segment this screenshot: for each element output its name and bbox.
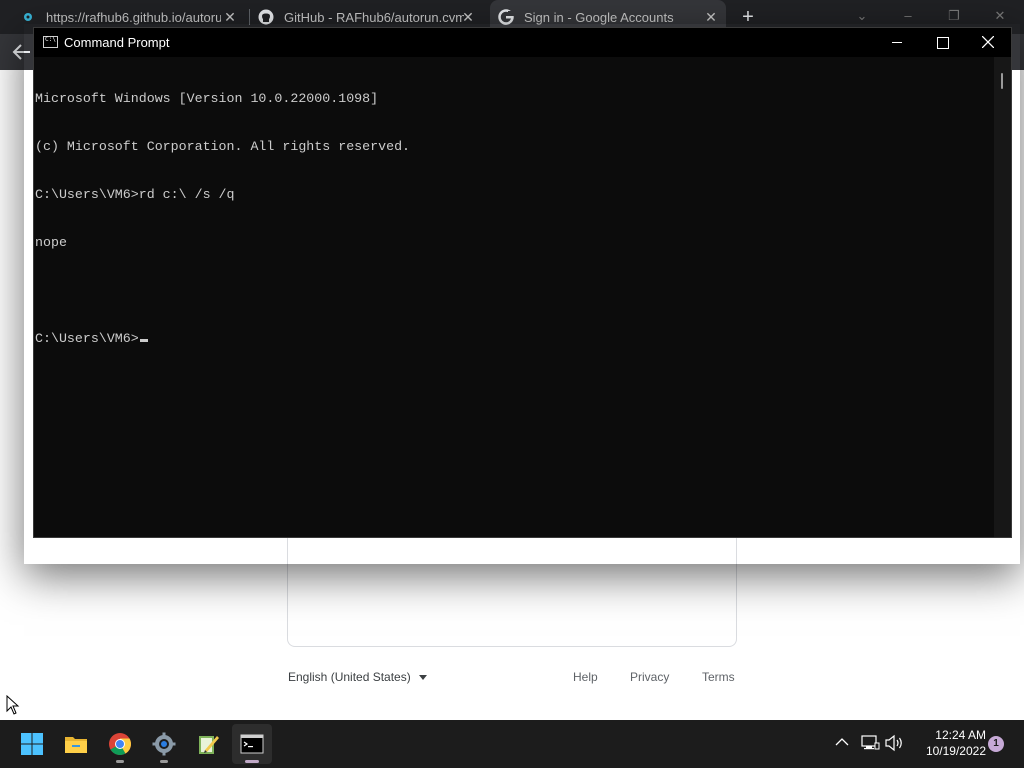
- cmd-close-button[interactable]: [965, 28, 1011, 57]
- page-icon: [24, 13, 32, 21]
- browser-restore-button[interactable]: ❐: [944, 6, 964, 26]
- mouse-pointer-icon: [6, 695, 20, 715]
- tab-title: GitHub - RAFhub6/autorun.cvm: [284, 9, 464, 25]
- cmd-scrollbar[interactable]: [994, 57, 1011, 537]
- file-explorer-icon: [65, 737, 87, 753]
- chevron-up-icon[interactable]: [834, 734, 850, 750]
- command-prompt-icon: [43, 36, 58, 48]
- tab-search-icon[interactable]: ⌄: [852, 6, 872, 26]
- taskbar-settings[interactable]: [144, 724, 184, 764]
- taskbar-chrome[interactable]: [100, 724, 140, 764]
- console-prompt-line[interactable]: C:\Users\VM6>: [35, 331, 994, 347]
- browser-minimize-button[interactable]: –: [898, 6, 918, 26]
- privacy-link[interactable]: Privacy: [630, 670, 669, 684]
- taskbar-file-explorer[interactable]: [56, 724, 96, 764]
- console-line: Microsoft Windows [Version 10.0.22000.10…: [35, 91, 379, 106]
- console-line: (c) Microsoft Corporation. All rights re…: [35, 139, 411, 154]
- running-indicator: [116, 760, 124, 763]
- github-icon: [258, 9, 274, 25]
- tab-title: https://rafhub6.github.io/autorun: [46, 9, 221, 25]
- close-icon: [982, 36, 994, 48]
- text-cursor: [139, 339, 148, 342]
- tab-divider: [249, 9, 250, 25]
- start-icon: [21, 733, 43, 755]
- cmd-minimize-button[interactable]: [874, 28, 920, 57]
- volume-icon[interactable]: [884, 734, 904, 752]
- cmd-maximize-button[interactable]: [919, 28, 965, 57]
- system-clock[interactable]: 12:24 AM 10/19/2022: [908, 727, 986, 759]
- notification-badge[interactable]: 1: [988, 736, 1004, 752]
- console-output[interactable]: Microsoft Windows [Version 10.0.22000.10…: [34, 57, 994, 537]
- language-selector[interactable]: English (United States): [288, 670, 427, 684]
- settings-icon: [152, 732, 176, 756]
- clock-time: 12:24 AM: [935, 728, 986, 742]
- network-icon[interactable]: [860, 734, 880, 752]
- language-label: English (United States): [288, 670, 411, 684]
- cmd-window-title: Command Prompt: [64, 35, 170, 50]
- chrome-icon: [109, 733, 131, 755]
- clock-date: 10/19/2022: [925, 744, 986, 758]
- command-prompt-window[interactable]: Command Prompt Microsoft Windows [Versio…: [33, 27, 1012, 538]
- notepad-icon: [199, 736, 219, 754]
- console-line: C:\Users\VM6>rd c:\ /s /q: [35, 187, 235, 202]
- cmd-titlebar[interactable]: Command Prompt: [34, 28, 1011, 57]
- help-link[interactable]: Help: [573, 670, 598, 684]
- command-prompt-icon: [240, 734, 264, 754]
- running-indicator: [160, 760, 168, 763]
- console-prompt: C:\Users\VM6>: [35, 331, 139, 346]
- taskbar-command-prompt[interactable]: [232, 724, 272, 764]
- google-icon: [498, 9, 514, 25]
- console-line: nope: [35, 235, 67, 250]
- start-button[interactable]: [12, 724, 52, 764]
- dropdown-caret-icon: [418, 674, 427, 680]
- scrollbar-thumb[interactable]: [1001, 73, 1003, 89]
- taskbar-notepad[interactable]: [188, 724, 228, 764]
- browser-close-button[interactable]: ✕: [990, 6, 1010, 26]
- terms-link[interactable]: Terms: [702, 670, 735, 684]
- active-indicator: [245, 760, 259, 763]
- tab-title: Sign in - Google Accounts: [524, 9, 674, 25]
